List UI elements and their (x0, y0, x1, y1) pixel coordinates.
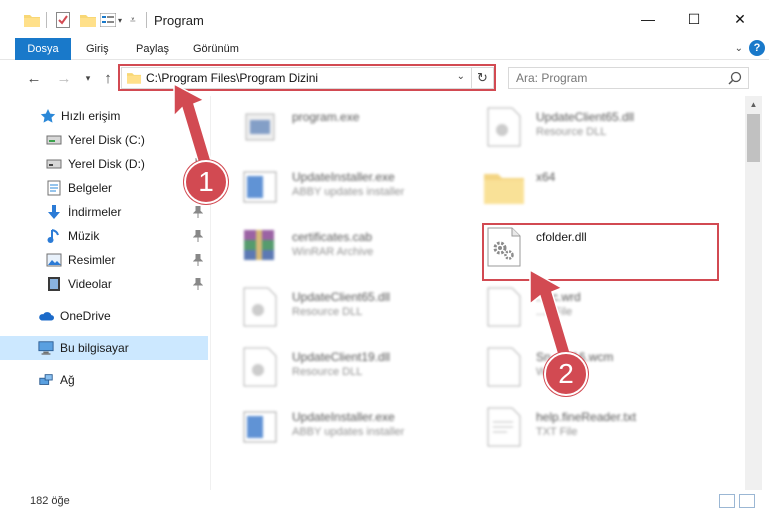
generic-file-icon (487, 287, 521, 327)
sidebar-item-downloads[interactable]: İndirmeler (0, 200, 208, 224)
music-icon (46, 228, 62, 244)
annotation-arrow-2 (529, 268, 571, 357)
generic-file-icon (487, 347, 521, 387)
window-title: Program (154, 13, 204, 28)
view-toggle (719, 494, 755, 508)
sidebar-item-network[interactable]: Ağ (0, 368, 208, 392)
chevron-down-icon[interactable]: ⌄ (735, 43, 743, 54)
sidebar-item-onedrive[interactable]: OneDrive (0, 304, 208, 328)
pin-icon[interactable] (193, 206, 203, 218)
new-folder-icon[interactable] (80, 10, 96, 30)
drive-icon (46, 156, 62, 172)
status-bar: 182 öğe (0, 490, 769, 529)
folder-icon (484, 174, 524, 204)
tab-file[interactable]: Dosya (15, 38, 71, 60)
help-icon[interactable]: ? (749, 40, 765, 56)
drive-icon (46, 132, 62, 148)
item-count: 182 öğe (30, 495, 70, 507)
archive-file-icon (244, 230, 274, 260)
video-icon (46, 276, 62, 292)
pin-icon[interactable] (193, 278, 203, 290)
dll-file-icon (243, 287, 277, 327)
sidebar-item-this-pc[interactable]: Bu bilgisayar (0, 336, 208, 360)
recent-locations-chevron-icon[interactable]: ▾ (78, 69, 98, 87)
search-box[interactable]: Ara: Program (508, 67, 749, 89)
step-badge-2: 2 (544, 352, 588, 396)
computer-icon (38, 340, 54, 356)
forward-arrow-icon[interactable]: → (54, 69, 74, 87)
folder-icon[interactable] (24, 10, 40, 30)
dll-file-icon (243, 347, 277, 387)
step-badge-1: 1 (184, 160, 228, 204)
details-view-icon[interactable] (719, 494, 735, 508)
search-icon[interactable] (728, 71, 742, 88)
tab-share[interactable]: Paylaş (126, 38, 179, 60)
minimize-button[interactable]: — (625, 0, 671, 38)
up-arrow-icon[interactable]: ↑ (98, 69, 118, 87)
search-input[interactable]: Ara: Program (516, 71, 587, 85)
sidebar-item-videos[interactable]: Videolar (0, 272, 208, 296)
download-icon (46, 204, 62, 220)
installer-file-icon (243, 411, 277, 443)
properties-icon[interactable] (100, 10, 116, 30)
ribbon-right-controls: ⌄ ? (735, 40, 765, 56)
pin-icon[interactable] (193, 254, 203, 266)
large-icons-view-icon[interactable] (739, 494, 755, 508)
toolbar-divider (146, 12, 147, 28)
vertical-scrollbar[interactable]: ▲ (745, 96, 762, 490)
sidebar-item-music[interactable]: Müzik (0, 224, 208, 248)
star-icon (40, 108, 56, 124)
text-file-icon (487, 407, 521, 447)
title-bar: ▾ ⩡ Program — ☐ ✕ (0, 0, 769, 38)
ribbon-tabs: Dosya Giriş Paylaş Görünüm ⌄ ? (0, 38, 769, 60)
scroll-thumb[interactable] (747, 114, 760, 162)
exe-file-icon (245, 113, 275, 141)
network-icon (38, 372, 54, 388)
cfolder-dll-highlight-box (482, 223, 719, 281)
close-button[interactable]: ✕ (717, 0, 763, 38)
toolbar-divider (46, 12, 47, 28)
cloud-icon (38, 308, 54, 324)
documents-icon (46, 180, 62, 196)
scroll-up-arrow-icon[interactable]: ▲ (745, 96, 762, 113)
properties-check-icon[interactable] (56, 10, 70, 30)
pin-icon[interactable] (193, 230, 203, 242)
sidebar-item-pictures[interactable]: Resimler (0, 248, 208, 272)
customize-toolbar-icon[interactable]: ⩡ (130, 10, 136, 30)
dll-file-icon (487, 107, 521, 147)
chevron-down-icon[interactable]: ▾ (118, 10, 122, 30)
tab-home[interactable]: Giriş (76, 38, 119, 60)
file-view: program.exe UpdateClient65.dll Resource … (212, 96, 745, 490)
tab-view[interactable]: Görünüm (183, 38, 249, 60)
back-arrow-icon[interactable]: ← (24, 69, 44, 87)
pictures-icon (46, 252, 62, 268)
installer-file-icon (243, 171, 277, 203)
maximize-button[interactable]: ☐ (671, 0, 717, 38)
